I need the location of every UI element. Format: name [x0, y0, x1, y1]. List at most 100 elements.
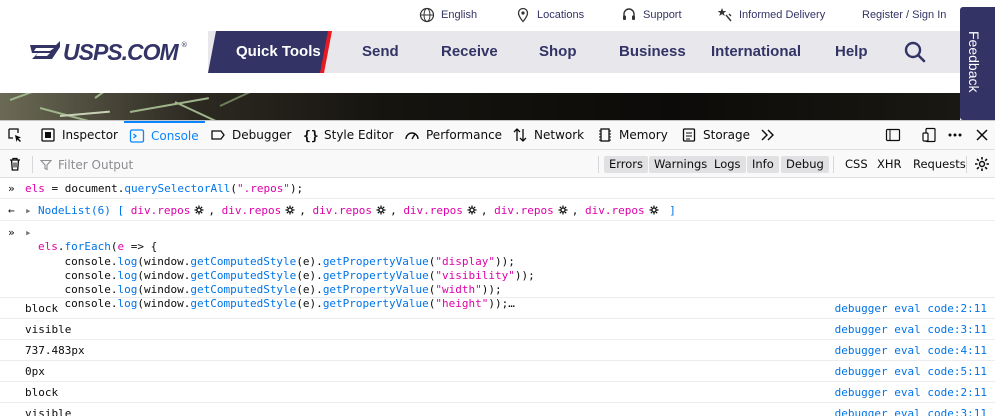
nav-item-send[interactable]: Send — [362, 43, 399, 60]
node-inspect-icon[interactable] — [190, 204, 208, 217]
tab-inspector[interactable]: Inspector — [40, 121, 118, 149]
console-output: » els = document.querySelectorAll(".repo… — [0, 178, 995, 416]
usps-logo[interactable]: USPS.COM ® — [30, 39, 188, 65]
website-viewport: English Locations Support Informed Deliv… — [0, 0, 995, 120]
console-settings-gear-icon[interactable] — [974, 156, 990, 172]
nodelist-item[interactable]: div.repos — [131, 204, 209, 217]
console-input-code[interactable]: els = document.querySelectorAll(".repos"… — [25, 182, 303, 195]
utility-bar: English Locations Support Informed Deliv… — [0, 0, 960, 31]
nodelist-item[interactable]: div.repos — [222, 204, 300, 217]
console-filter-bar: Filter Output Errors Warnings Logs Info … — [0, 150, 995, 178]
separator-comma: , — [299, 204, 313, 217]
log-source-link[interactable]: debugger eval code:5:11 — [835, 365, 987, 378]
filter-css-toggle[interactable]: CSS — [845, 156, 868, 173]
tab-storage[interactable]: Storage — [681, 121, 750, 149]
register-signin-link[interactable]: Register / Sign In — [862, 5, 946, 25]
bracket-close: ] — [669, 204, 676, 217]
responsive-design-icon[interactable] — [921, 127, 937, 143]
filter-info-toggle[interactable]: Info — [747, 156, 779, 173]
more-tabs-chevron-icon[interactable] — [759, 127, 775, 143]
tab-storage-label: Storage — [703, 128, 750, 142]
log-source-link[interactable]: debugger eval code:2:11 — [835, 386, 987, 399]
node-inspect-icon[interactable] — [281, 204, 299, 217]
separator-comma: , — [480, 204, 495, 217]
node-label: div.repos — [585, 204, 645, 217]
search-icon[interactable] — [903, 40, 927, 64]
bracket-open: [ — [117, 204, 125, 217]
filter-logs-toggle[interactable]: Logs — [709, 156, 746, 173]
tab-performance[interactable]: Performance — [404, 121, 502, 149]
tab-memory-label: Memory — [619, 128, 668, 142]
filter-output-input[interactable]: Filter Output — [40, 156, 580, 173]
feedback-label: Feedback — [966, 31, 982, 93]
nodelist-item[interactable]: div.repos — [494, 204, 572, 217]
tab-console[interactable]: Console — [124, 121, 205, 149]
node-label: div.repos — [221, 204, 282, 217]
nav-item-receive[interactable]: Receive — [441, 43, 498, 60]
trash-clear-icon[interactable] — [7, 156, 23, 172]
logo-registered-mark: ® — [180, 41, 188, 49]
locations-link[interactable]: Locations — [515, 5, 584, 25]
close-icon[interactable] — [974, 127, 990, 143]
language-link[interactable]: English — [419, 5, 477, 25]
element-picker-icon[interactable] — [7, 127, 23, 143]
separator — [833, 156, 834, 173]
log-source-link[interactable]: debugger eval code:3:11 — [835, 323, 987, 336]
quick-tools-label[interactable]: Quick Tools — [236, 43, 321, 60]
filter-placeholder: Filter Output — [58, 157, 134, 172]
nodelist-item[interactable]: div.repos — [403, 204, 481, 217]
register-signin-label: Register / Sign In — [862, 9, 947, 21]
nav-item-shop[interactable]: Shop — [539, 43, 577, 60]
language-label: English — [441, 9, 478, 21]
console-log-row: block debugger eval code:2:11 — [0, 382, 995, 403]
split-console-icon[interactable] — [885, 127, 901, 143]
support-label: Support — [643, 9, 682, 21]
performance-icon — [405, 132, 419, 140]
node-inspect-icon[interactable] — [554, 204, 572, 217]
informed-delivery-link[interactable]: Informed Delivery — [717, 5, 825, 25]
log-source-link[interactable]: debugger eval code:2:11 — [835, 302, 987, 315]
log-value: 737.483px — [25, 344, 85, 357]
console-log-row: 0px debugger eval code:5:11 — [0, 361, 995, 382]
filter-debug-toggle[interactable]: Debug — [781, 156, 829, 173]
console-input-row: » ▸ els.forEach(e => { console.log(windo… — [0, 221, 995, 310]
filter-requests-toggle[interactable]: Requests — [913, 156, 966, 173]
console-log-row: visible debugger eval code:3:11 — [0, 403, 995, 416]
filter-errors-toggle[interactable]: Errors — [604, 156, 649, 173]
node-inspect-icon[interactable] — [463, 204, 481, 217]
input-prompt-icon: » — [8, 226, 15, 239]
inspector-icon — [41, 128, 55, 142]
tab-inspector-label: Inspector — [62, 128, 118, 142]
nodelist-item[interactable]: div.repos — [585, 204, 663, 217]
network-icon — [513, 128, 527, 142]
nodelist-result[interactable]: NodeList(6) [ div.repos, div.repos, div.… — [38, 204, 676, 217]
more-options-icon[interactable] — [947, 127, 963, 143]
separator — [32, 156, 33, 173]
node-inspect-icon[interactable] — [645, 204, 663, 217]
nav-item-help[interactable]: Help — [835, 43, 868, 60]
separator — [966, 156, 967, 173]
filter-warnings-toggle[interactable]: Warnings — [649, 156, 713, 173]
tab-style-editor[interactable]: {} Style Editor — [302, 121, 393, 149]
tab-debugger[interactable]: Debugger — [210, 121, 291, 149]
separator-comma: , — [571, 204, 586, 217]
tab-network[interactable]: Network — [512, 121, 584, 149]
log-source-link[interactable]: debugger eval code:4:11 — [835, 344, 987, 357]
console-log-row: visible debugger eval code:3:11 — [0, 319, 995, 340]
console-result-row: ← ▸ NodeList(6) [ div.repos, div.repos, … — [0, 199, 995, 221]
nav-item-international[interactable]: International — [711, 43, 801, 60]
input-prompt-icon: » — [8, 182, 15, 195]
nodelist-item[interactable]: div.repos — [312, 204, 390, 217]
filter-funnel-icon — [40, 159, 52, 170]
tab-memory[interactable]: Memory — [597, 121, 668, 149]
expand-triangle-icon[interactable]: ▸ — [25, 204, 32, 217]
feedback-tab[interactable]: Feedback — [960, 7, 995, 120]
log-source-link[interactable]: debugger eval code:3:11 — [835, 407, 987, 416]
support-link[interactable]: Support — [621, 5, 682, 25]
node-label: div.repos — [494, 204, 554, 217]
node-inspect-icon[interactable] — [372, 204, 390, 217]
collapse-triangle-icon[interactable]: ▸ — [25, 226, 32, 239]
tab-performance-label: Performance — [426, 128, 503, 142]
nav-item-business[interactable]: Business — [619, 43, 686, 60]
filter-xhr-toggle[interactable]: XHR — [877, 156, 902, 173]
